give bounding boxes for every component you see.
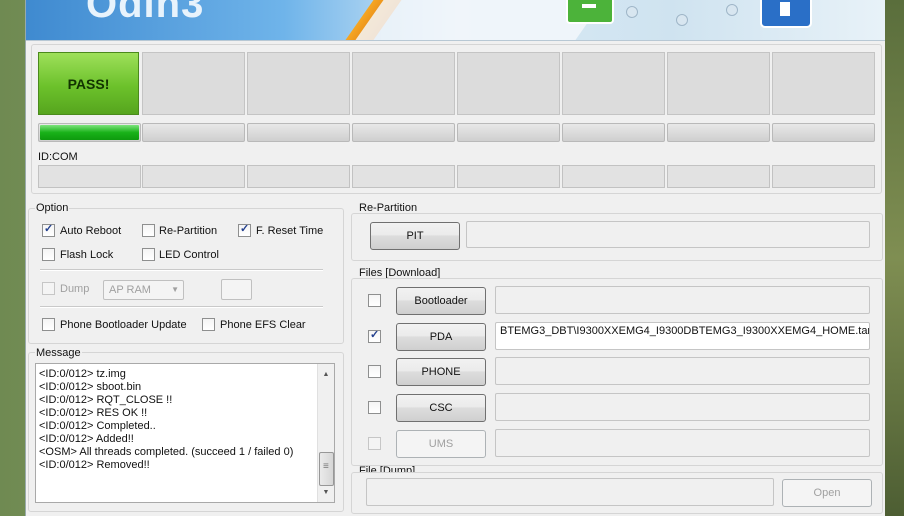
message-line: <ID:0/012> tz.img (39, 368, 126, 380)
phone-button[interactable]: PHONE (396, 358, 486, 386)
odin-banner: Odin3 (26, 0, 886, 41)
slot-status (667, 52, 770, 115)
slot-progress-bar (142, 123, 245, 142)
map-dot-icon (676, 14, 688, 26)
auto-reboot-label: Auto Reboot (60, 225, 122, 237)
phone-bootloader-update-checkbox[interactable] (42, 318, 55, 331)
phone-path-field[interactable] (495, 357, 870, 385)
blue-chat-icon (760, 0, 812, 28)
message-line: <ID:0/012> Completed.. (39, 420, 156, 432)
scroll-up-icon[interactable]: ▲ (318, 366, 334, 382)
csc-checkbox[interactable] (368, 401, 381, 414)
message-group-title: Message (35, 347, 82, 359)
auto-reboot-checkbox[interactable] (42, 222, 55, 237)
idcom-field (38, 165, 141, 188)
idcom-label: ID:COM (38, 151, 78, 163)
message-line: <ID:0/012> Removed!! (39, 459, 150, 471)
ums-button[interactable]: UMS (396, 430, 486, 458)
slot-status (142, 52, 245, 115)
idcom-field (772, 165, 875, 188)
banner-title: Odin3 (86, 0, 205, 26)
odin-window: Odin3 PASS! ID:COM Option ✓ Auto Reboot … (25, 0, 887, 516)
bootloader-button[interactable]: Bootloader (396, 287, 486, 315)
message-line: <OSM> All threads completed. (succeed 1 … (39, 446, 294, 458)
flash-lock-checkbox[interactable] (42, 248, 55, 261)
idcom-field (667, 165, 770, 188)
slot-progress-bar (247, 123, 350, 142)
message-scrollbar[interactable]: ▲ ▼ (317, 364, 334, 502)
flash-lock-label: Flash Lock (60, 249, 114, 261)
bootloader-path-field[interactable] (495, 286, 870, 314)
slot-progress-bar (667, 123, 770, 142)
led-control-checkbox[interactable] (142, 248, 155, 261)
slot-panel: PASS! ID:COM (31, 44, 882, 194)
f-reset-time-checkbox[interactable] (238, 222, 251, 237)
slot-progress-bar (457, 123, 560, 142)
dump-type-value: AP RAM (109, 284, 151, 296)
dump-path-field[interactable] (366, 478, 774, 506)
message-line: <ID:0/012> sboot.bin (39, 381, 142, 393)
chevron-down-icon: ▼ (171, 285, 179, 294)
slot-progress-bar (38, 123, 141, 142)
slot-status (352, 52, 455, 115)
scrollbar-thumb[interactable] (319, 452, 334, 486)
slot-status (562, 52, 665, 115)
message-line: <ID:0/012> Added!! (39, 433, 134, 445)
idcom-field (247, 165, 350, 188)
ums-path-field[interactable] (495, 429, 870, 457)
f-reset-time-label: F. Reset Time (256, 225, 324, 237)
pit-path-field[interactable] (466, 221, 870, 248)
bootloader-checkbox[interactable] (368, 294, 381, 307)
slot-status (247, 52, 350, 115)
desktop-background (885, 0, 904, 516)
open-button[interactable]: Open (782, 479, 872, 507)
message-line: <ID:0/012> RES OK !! (39, 407, 148, 419)
option-separator (40, 306, 323, 308)
map-dot-icon (726, 4, 738, 16)
slot-progress-bar (772, 123, 875, 142)
green-chat-icon (566, 0, 614, 24)
dump-value-field[interactable] (221, 279, 252, 300)
slot-status (457, 52, 560, 115)
csc-button[interactable]: CSC (396, 394, 486, 422)
idcom-field (562, 165, 665, 188)
phone-bootloader-update-label: Phone Bootloader Update (60, 319, 187, 331)
slot-status (772, 52, 875, 115)
pda-checkbox[interactable] (368, 328, 381, 343)
message-log[interactable]: <ID:0/012> tz.img <ID:0/012> sboot.bin <… (35, 363, 335, 503)
re-partition-label: Re-Partition (159, 225, 218, 237)
re-partition-checkbox[interactable] (142, 224, 155, 237)
phone-efs-clear-label: Phone EFS Clear (220, 319, 306, 331)
dump-label: Dump (60, 283, 90, 295)
pda-button[interactable]: PDA (396, 323, 486, 351)
option-group-title: Option (35, 202, 70, 214)
slot-progress-bar (562, 123, 665, 142)
pda-path-field[interactable]: BTEMG3_DBT\I9300XXEMG4_I9300DBTEMG3_I930… (495, 322, 870, 350)
csc-path-field[interactable] (495, 393, 870, 421)
phone-efs-clear-checkbox[interactable] (202, 318, 215, 331)
scroll-down-icon[interactable]: ▼ (318, 484, 334, 500)
dump-checkbox[interactable] (42, 282, 55, 295)
slot-progress-bar (352, 123, 455, 142)
idcom-field (457, 165, 560, 188)
idcom-field (352, 165, 455, 188)
dump-type-select[interactable]: AP RAM ▼ (103, 280, 184, 300)
message-line: <ID:0/012> RQT_CLOSE !! (39, 394, 173, 406)
phone-checkbox[interactable] (368, 365, 381, 378)
idcom-field (142, 165, 245, 188)
led-control-label: LED Control (159, 249, 219, 261)
ums-checkbox[interactable] (368, 437, 381, 450)
slot-status-pass: PASS! (38, 52, 139, 115)
pit-button[interactable]: PIT (370, 222, 460, 250)
map-dot-icon (626, 6, 638, 18)
option-separator (40, 269, 323, 271)
